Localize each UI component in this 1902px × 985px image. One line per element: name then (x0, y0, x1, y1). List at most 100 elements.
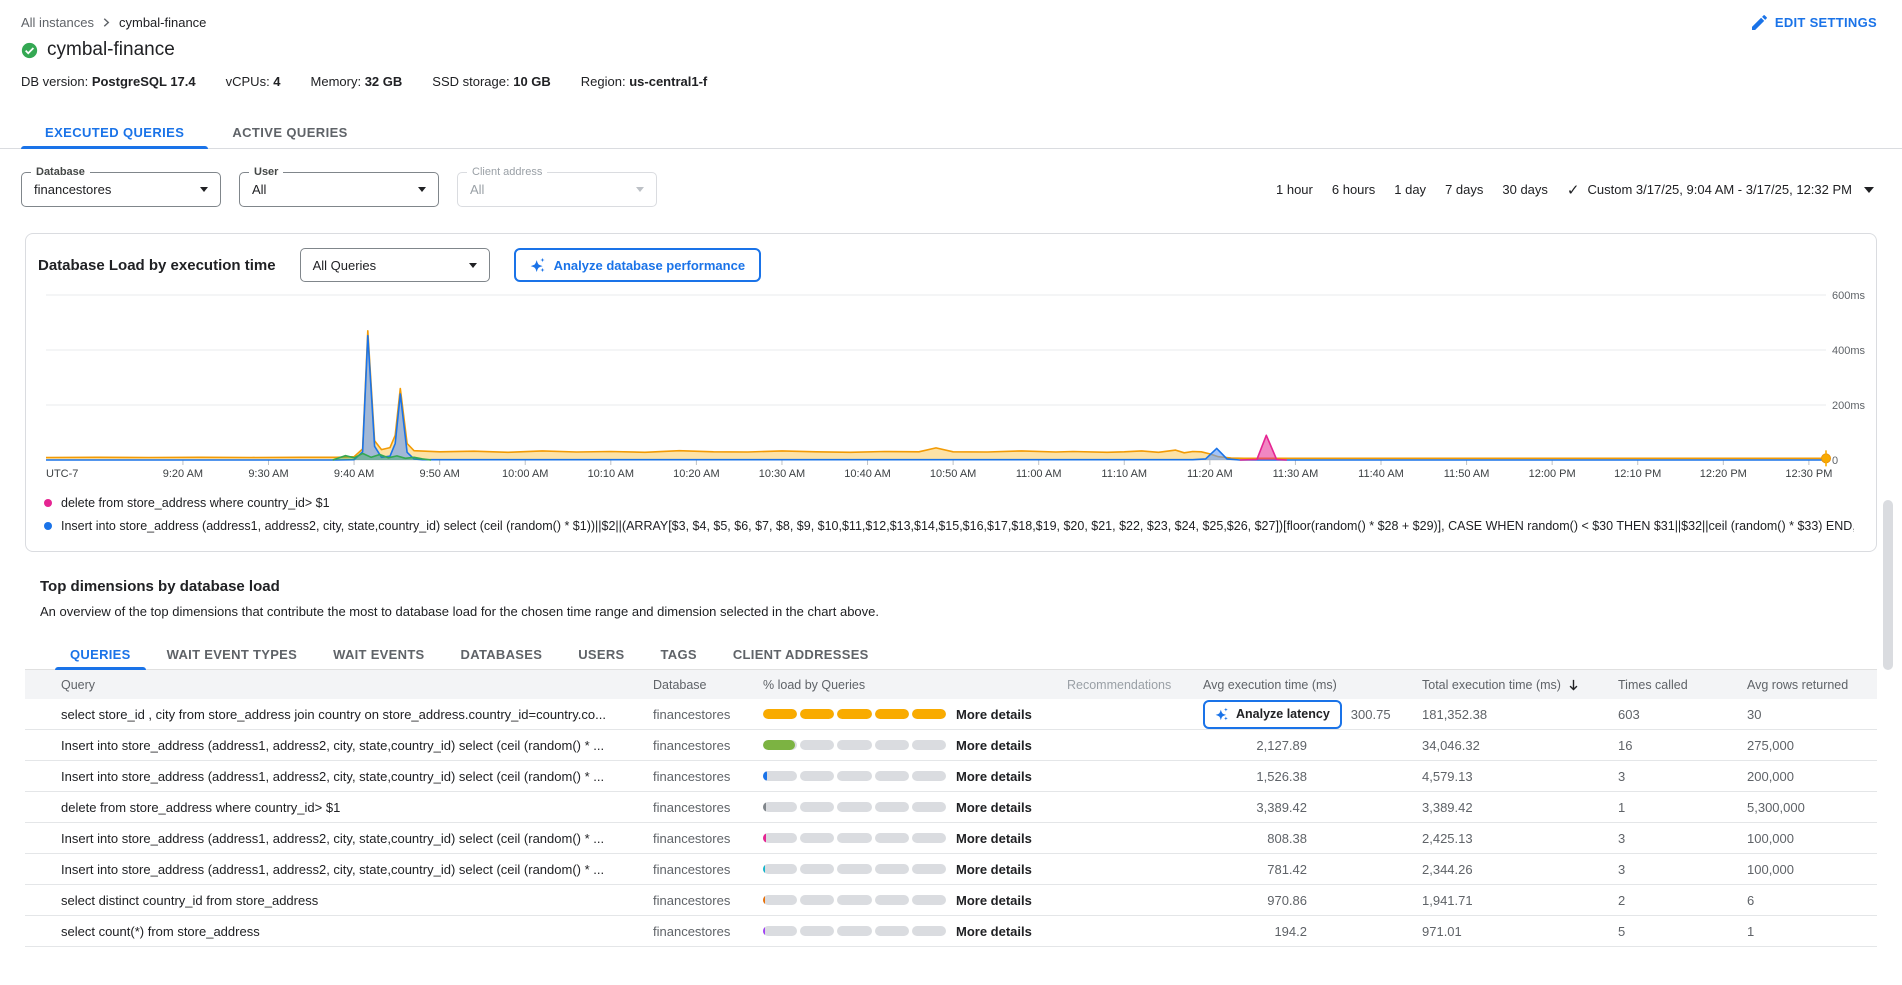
query-text-link[interactable]: Insert into store_address (address1, add… (61, 862, 604, 877)
table-row: Insert into store_address (address1, add… (25, 761, 1877, 792)
more-details-link[interactable]: More details (956, 769, 1032, 784)
query-text-link[interactable]: select distinct country_id from store_ad… (61, 893, 318, 908)
avg-rows-returned-value: 5,300,000 (1736, 800, 1877, 815)
avg-rows-returned-value: 100,000 (1736, 862, 1877, 877)
database-cell: financestores (643, 893, 753, 908)
table-body: select store_id , city from store_addres… (25, 699, 1877, 947)
svg-text:10:30 AM: 10:30 AM (759, 468, 805, 480)
query-insights-page: All instances cymbal-finance EDIT SETTIN… (0, 0, 1902, 985)
edit-settings-button[interactable]: EDIT SETTINGS (1752, 15, 1877, 30)
avg-execution-time-value: 194.2 (1203, 924, 1307, 939)
more-details-link[interactable]: More details (956, 893, 1032, 908)
filter-row: Database financestores User All Client a… (0, 172, 1902, 207)
avg-execution-time-value: 1,526.38 (1203, 769, 1307, 784)
load-bar (763, 926, 946, 936)
table-row: select store_id , city from store_addres… (25, 699, 1877, 730)
table-row: Insert into store_address (address1, add… (25, 854, 1877, 885)
query-dimension-select[interactable]: All Queries (300, 248, 490, 282)
avg-rows-returned-value: 200,000 (1736, 769, 1877, 784)
dimension-tab-client-addresses[interactable]: CLIENT ADDRESSES (718, 639, 884, 669)
time-range-option[interactable]: 6 hours (1332, 182, 1375, 197)
check-icon: ✓ (1567, 181, 1580, 199)
instance-info-item: DB version: PostgreSQL 17.4 (21, 74, 196, 89)
svg-text:12:20 PM: 12:20 PM (1700, 468, 1747, 480)
query-text-link[interactable]: select count(*) from store_address (61, 924, 260, 939)
analyze-database-performance-button[interactable]: Analyze database performance (514, 248, 761, 282)
times-called-value: 1 (1608, 800, 1736, 815)
time-range-option[interactable]: 7 days (1445, 182, 1483, 197)
table-header-row: Query Database % load by Queries Recomme… (25, 670, 1877, 699)
avg-execution-time-value: 970.86 (1203, 893, 1307, 908)
more-details-link[interactable]: More details (956, 862, 1032, 877)
analyze-latency-button[interactable]: Analyze latency (1203, 700, 1342, 729)
query-text-link[interactable]: Insert into store_address (address1, add… (61, 738, 604, 753)
times-called-value: 5 (1608, 924, 1736, 939)
time-range-option[interactable]: 30 days (1502, 182, 1548, 197)
col-avg-execution-time: Avg execution time (ms) (1193, 678, 1408, 692)
total-execution-time-value: 3,389.42 (1408, 800, 1608, 815)
database-load-chart[interactable]: 600ms400ms200ms0UTC-79:20 AM9:30 AM9:40 … (38, 290, 1864, 486)
dimension-tab-databases[interactable]: DATABASES (446, 639, 558, 669)
database-filter-select[interactable]: Database financestores (21, 172, 221, 207)
col-query: Query (25, 678, 643, 692)
times-called-value: 3 (1608, 831, 1736, 846)
table-row: select count(*) from store_address finan… (25, 916, 1877, 947)
page-title: cymbal-finance (47, 39, 175, 61)
query-dimension-value: All Queries (313, 258, 377, 273)
more-details-link[interactable]: More details (956, 738, 1032, 753)
dimension-tab-wait-events[interactable]: WAIT EVENTS (318, 639, 439, 669)
time-range-option[interactable]: 1 day (1394, 182, 1426, 197)
svg-text:10:20 AM: 10:20 AM (673, 468, 719, 480)
dimension-tab-tags[interactable]: TAGS (646, 639, 712, 669)
dimension-tab-users[interactable]: USERS (563, 639, 639, 669)
query-text-link[interactable]: delete from store_address where country_… (61, 800, 340, 815)
col-load: % load by Queries (753, 678, 1053, 692)
total-execution-time-value: 34,046.32 (1408, 738, 1608, 753)
svg-text:9:30 AM: 9:30 AM (248, 468, 288, 480)
svg-text:11:00 AM: 11:00 AM (1016, 468, 1062, 480)
vertical-scrollbar-thumb[interactable] (1883, 500, 1893, 670)
col-total-execution-time[interactable]: Total execution time (ms) (1408, 678, 1608, 692)
top-dimensions-subtitle: An overview of the top dimensions that c… (40, 604, 1877, 619)
more-details-link[interactable]: More details (956, 707, 1032, 722)
svg-text:0: 0 (1832, 455, 1838, 467)
more-details-link[interactable]: More details (956, 831, 1032, 846)
dimension-tab-wait-event-types[interactable]: WAIT EVENT TYPES (152, 639, 312, 669)
custom-time-range[interactable]: ✓ Custom 3/17/25, 9:04 AM - 3/17/25, 12:… (1567, 181, 1874, 199)
total-execution-time-value: 2,425.13 (1408, 831, 1608, 846)
load-bar (763, 895, 946, 905)
load-bar (763, 709, 946, 719)
load-bar (763, 802, 946, 812)
table-row: Insert into store_address (address1, add… (25, 823, 1877, 854)
avg-rows-returned-value: 275,000 (1736, 738, 1877, 753)
more-details-link[interactable]: More details (956, 924, 1032, 939)
svg-text:10:40 AM: 10:40 AM (844, 468, 890, 480)
tab-executed-queries[interactable]: EXECUTED QUERIES (21, 116, 208, 148)
legend-color-dot (44, 522, 52, 530)
avg-execution-time-value: 781.42 (1203, 862, 1307, 877)
instance-info-item: Region: us-central1-f (581, 74, 707, 89)
svg-text:12:30 PM: 12:30 PM (1785, 468, 1832, 480)
chevron-down-icon (1864, 187, 1874, 193)
svg-text:9:40 AM: 9:40 AM (334, 468, 374, 480)
breadcrumb-all-instances[interactable]: All instances (21, 15, 94, 30)
time-range-option[interactable]: 1 hour (1276, 182, 1313, 197)
tab-active-queries[interactable]: ACTIVE QUERIES (208, 116, 371, 148)
user-filter-select[interactable]: User All (239, 172, 439, 207)
times-called-value: 3 (1608, 769, 1736, 784)
custom-range-label: Custom 3/17/25, 9:04 AM - 3/17/25, 12:32… (1588, 182, 1853, 197)
table-row: delete from store_address where country_… (25, 792, 1877, 823)
dimension-tab-queries[interactable]: QUERIES (55, 639, 146, 669)
svg-text:12:00 PM: 12:00 PM (1529, 468, 1576, 480)
query-text-link[interactable]: Insert into store_address (address1, add… (61, 831, 604, 846)
sparkle-icon (530, 257, 546, 273)
col-recommendations: Recommendations (1053, 678, 1193, 692)
col-times-called: Times called (1608, 678, 1736, 692)
query-text-link[interactable]: select store_id , city from store_addres… (61, 707, 606, 722)
more-details-link[interactable]: More details (956, 800, 1032, 815)
avg-rows-returned-value: 6 (1736, 893, 1877, 908)
svg-text:11:10 AM: 11:10 AM (1101, 468, 1147, 480)
query-text-link[interactable]: Insert into store_address (address1, add… (61, 769, 604, 784)
instance-info-item: Memory: 32 GB (311, 74, 403, 89)
times-called-value: 603 (1608, 707, 1736, 722)
